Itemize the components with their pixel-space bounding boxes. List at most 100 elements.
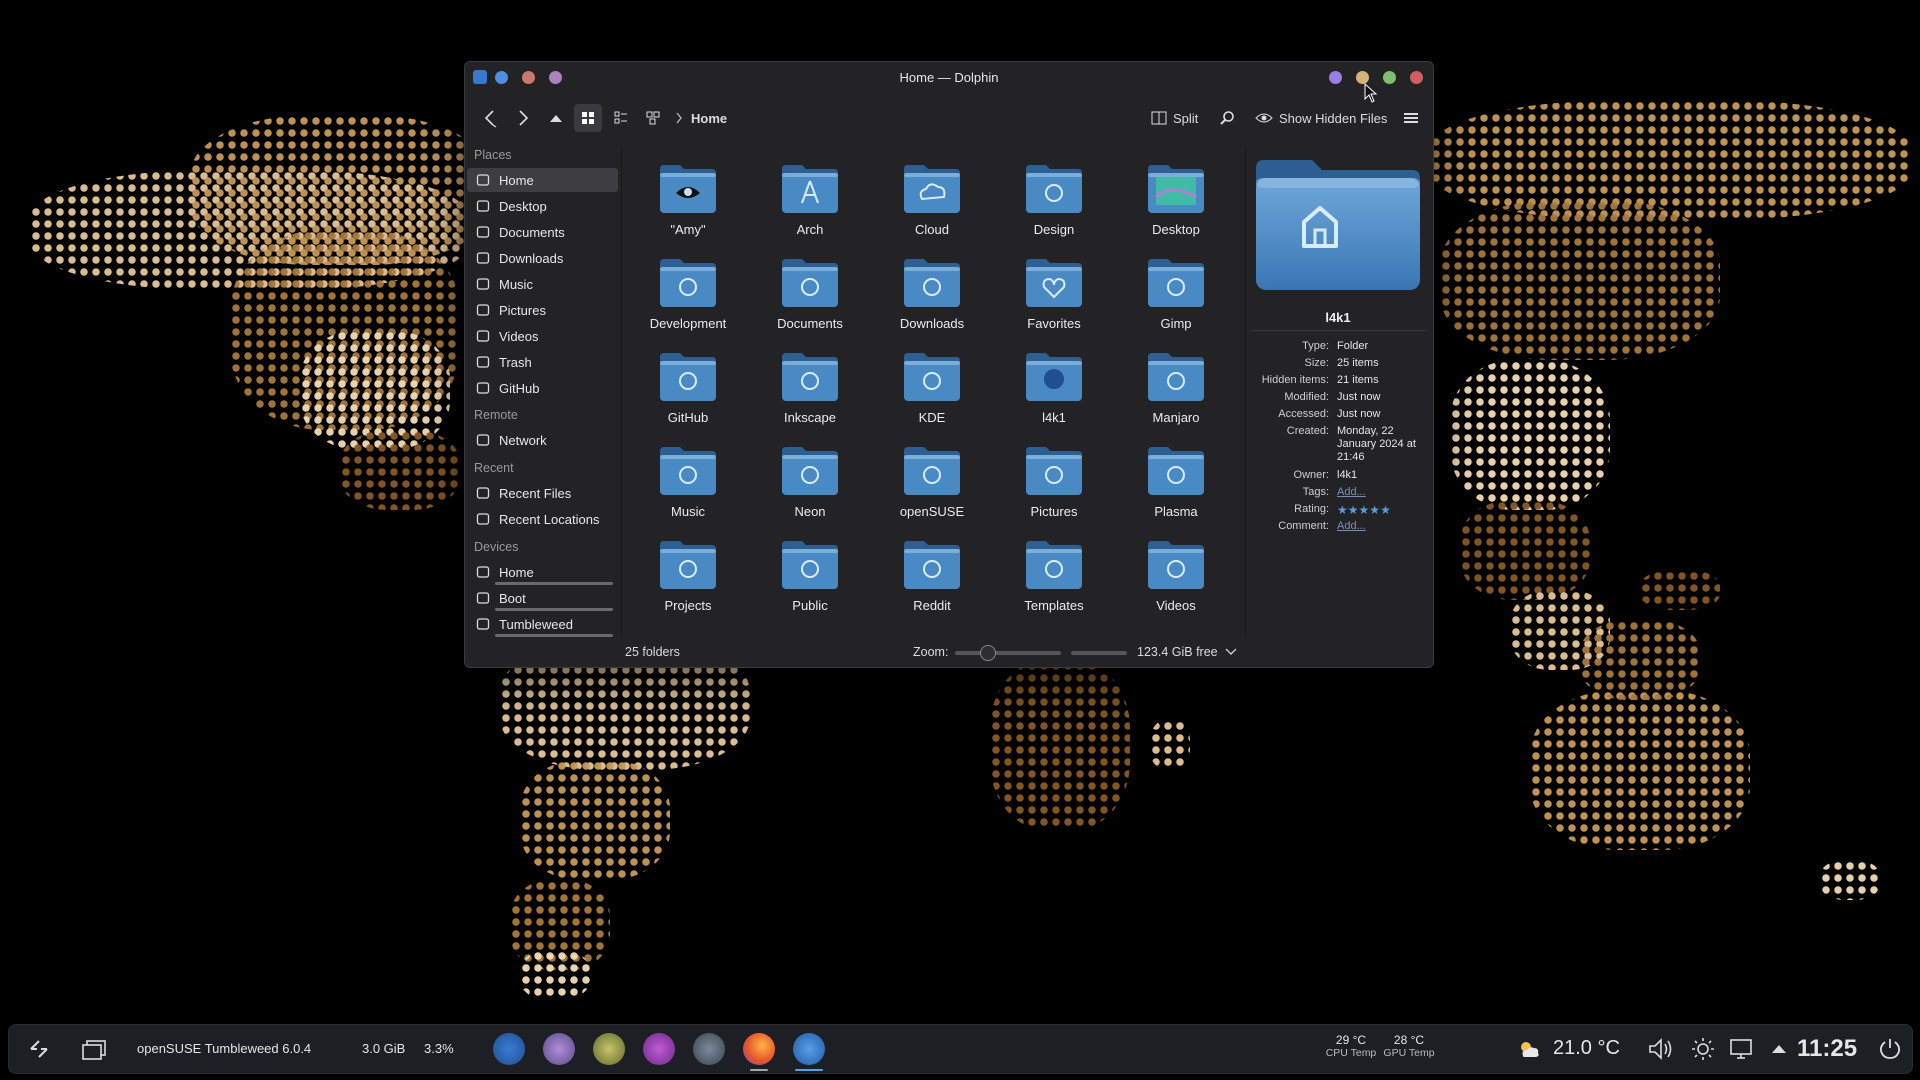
dolphin-taskbar-icon[interactable]	[793, 1033, 825, 1065]
folder-item[interactable]: Favorites	[992, 252, 1102, 342]
breadcrumb-home[interactable]: Home	[691, 104, 727, 132]
metadata-key: Comment:	[1278, 520, 1329, 532]
folder-item[interactable]: Documents	[748, 252, 858, 342]
folder-item[interactable]: "Amy"	[626, 158, 736, 248]
metadata-value[interactable]: Add...	[1337, 520, 1366, 532]
title-bar[interactable]: Home — Dolphin	[465, 62, 1433, 92]
toolbar: Home Split Show Hidden Files	[465, 92, 1433, 150]
folder-item[interactable]: Arch	[748, 158, 858, 248]
folder-view[interactable]: "Amy" Arch Cloud Design Desktop Development Do…	[621, 146, 1246, 636]
rating-star-icon[interactable]: ★	[1359, 503, 1370, 517]
sidebar-item-label: Trash	[499, 354, 532, 370]
folder-item[interactable]: Plasma	[1114, 440, 1224, 530]
tray-expand-icon[interactable]	[1771, 1043, 1787, 1055]
folder-item[interactable]: Music	[626, 440, 736, 530]
zoom-slider-handle[interactable]	[979, 645, 996, 661]
details-view-button[interactable]	[641, 104, 667, 132]
folder-item[interactable]: Public	[748, 534, 858, 624]
rating-star-icon[interactable]: ★	[1369, 503, 1380, 517]
folder-item[interactable]: openSUSE	[870, 440, 980, 530]
folder-item[interactable]: Desktop	[1114, 158, 1224, 248]
sidebar-item-desktop[interactable]: Desktop	[467, 194, 618, 218]
folder-item[interactable]: Development	[626, 252, 736, 342]
folder-item[interactable]: Design	[992, 158, 1102, 248]
brightness-icon[interactable]	[1691, 1037, 1715, 1061]
split-button[interactable]: Split	[1151, 104, 1209, 132]
icons-view-button[interactable]	[574, 104, 602, 132]
sidebar-item-network[interactable]: Network	[467, 428, 618, 452]
compact-view-button[interactable]	[608, 104, 634, 132]
app-launcher-icon[interactable]	[27, 1037, 51, 1061]
device-usage-bar	[495, 608, 613, 611]
folder-item[interactable]: Gimp	[1114, 252, 1224, 342]
system-monitor-icon[interactable]	[493, 1033, 525, 1065]
cpu-temp-widget[interactable]: 29 °C CPU Temp	[1321, 1033, 1381, 1059]
documents-icon	[475, 224, 491, 240]
recent-heading: Recent	[474, 461, 514, 475]
back-button[interactable]	[479, 104, 501, 132]
sidebar-item-recent-files[interactable]: Recent Files	[467, 481, 618, 505]
folder-item[interactable]: Videos	[1114, 534, 1224, 624]
folder-item[interactable]: Downloads	[870, 252, 980, 342]
show-hidden-files-button[interactable]: Show Hidden Files	[1255, 104, 1395, 132]
firefox-icon[interactable]	[743, 1033, 775, 1065]
app-icon-5[interactable]	[693, 1033, 725, 1065]
sidebar-item-music[interactable]: Music	[467, 272, 618, 296]
sidebar-item-documents[interactable]: Documents	[467, 220, 618, 244]
folder-item[interactable]: Templates	[992, 534, 1102, 624]
weather-icon[interactable]	[1517, 1038, 1541, 1060]
app-icon-3[interactable]	[593, 1033, 625, 1065]
folder-item[interactable]: l4k1	[992, 346, 1102, 436]
folder-name: Pictures	[1030, 504, 1078, 519]
maximize-button[interactable]	[1383, 71, 1396, 84]
folder-item[interactable]: Projects	[626, 534, 736, 624]
network-icon[interactable]	[1729, 1037, 1755, 1061]
volume-icon[interactable]	[1647, 1037, 1673, 1061]
device-boot[interactable]: Boot	[467, 586, 618, 610]
shade-button[interactable]	[1329, 71, 1342, 84]
sidebar-item-downloads[interactable]: Downloads	[467, 246, 618, 270]
overview-icon[interactable]	[81, 1039, 107, 1061]
close-button[interactable]	[1410, 71, 1423, 84]
sidebar-item-videos[interactable]: Videos	[467, 324, 618, 348]
rating-star-icon[interactable]: ★	[1380, 503, 1391, 517]
sidebar-item-label: Home	[499, 172, 534, 188]
app-icon-4[interactable]	[643, 1033, 675, 1065]
metadata-value[interactable]: Add...	[1337, 486, 1366, 498]
weather-temperature[interactable]: 21.0 °C	[1553, 1037, 1620, 1060]
sidebar-item-home[interactable]: Home	[467, 168, 618, 192]
device-tumbleweed[interactable]: Tumbleweed	[467, 612, 618, 636]
sidebar-item-trash[interactable]: Trash	[467, 350, 618, 374]
folder-item[interactable]: GitHub	[626, 346, 736, 436]
clock[interactable]: 11:25	[1797, 1035, 1857, 1063]
folder-item[interactable]: Pictures	[992, 440, 1102, 530]
chevron-down-icon[interactable]	[1225, 648, 1237, 656]
up-button[interactable]	[546, 104, 566, 132]
power-icon[interactable]	[1877, 1036, 1903, 1062]
search-button[interactable]	[1215, 104, 1239, 132]
folder-item[interactable]: Neon	[748, 440, 858, 530]
sidebar-item-github[interactable]: GitHub	[467, 376, 618, 400]
app-icon-2[interactable]	[543, 1033, 575, 1065]
folder-item[interactable]: Inkscape	[748, 346, 858, 436]
folder-item[interactable]: KDE	[870, 346, 980, 436]
sidebar-item-label: Pictures	[499, 302, 546, 318]
sidebar-item-pictures[interactable]: Pictures	[467, 298, 618, 322]
folder-item[interactable]: Reddit	[870, 534, 980, 624]
map-region	[340, 430, 460, 510]
folder-icon	[1148, 541, 1204, 589]
forward-button[interactable]	[512, 104, 534, 132]
sidebar-item-recent-locations[interactable]: Recent Locations	[467, 507, 618, 531]
metadata-value: Monday, 22 January 2024 at 21:46	[1337, 425, 1416, 463]
zoom-slider-track[interactable]	[955, 651, 1061, 655]
map-region	[1580, 620, 1700, 700]
hamburger-menu-button[interactable]	[1399, 104, 1423, 132]
rating-star-icon[interactable]: ★	[1348, 503, 1359, 517]
home-icon	[475, 172, 491, 188]
device-home[interactable]: Home	[467, 560, 618, 584]
folder-item[interactable]: Cloud	[870, 158, 980, 248]
folder-item[interactable]: Manjaro	[1114, 346, 1224, 436]
gpu-temp-widget[interactable]: 28 °C GPU Temp	[1379, 1033, 1439, 1059]
rating-star-icon[interactable]: ★	[1337, 503, 1348, 517]
folder-icon	[904, 541, 960, 589]
